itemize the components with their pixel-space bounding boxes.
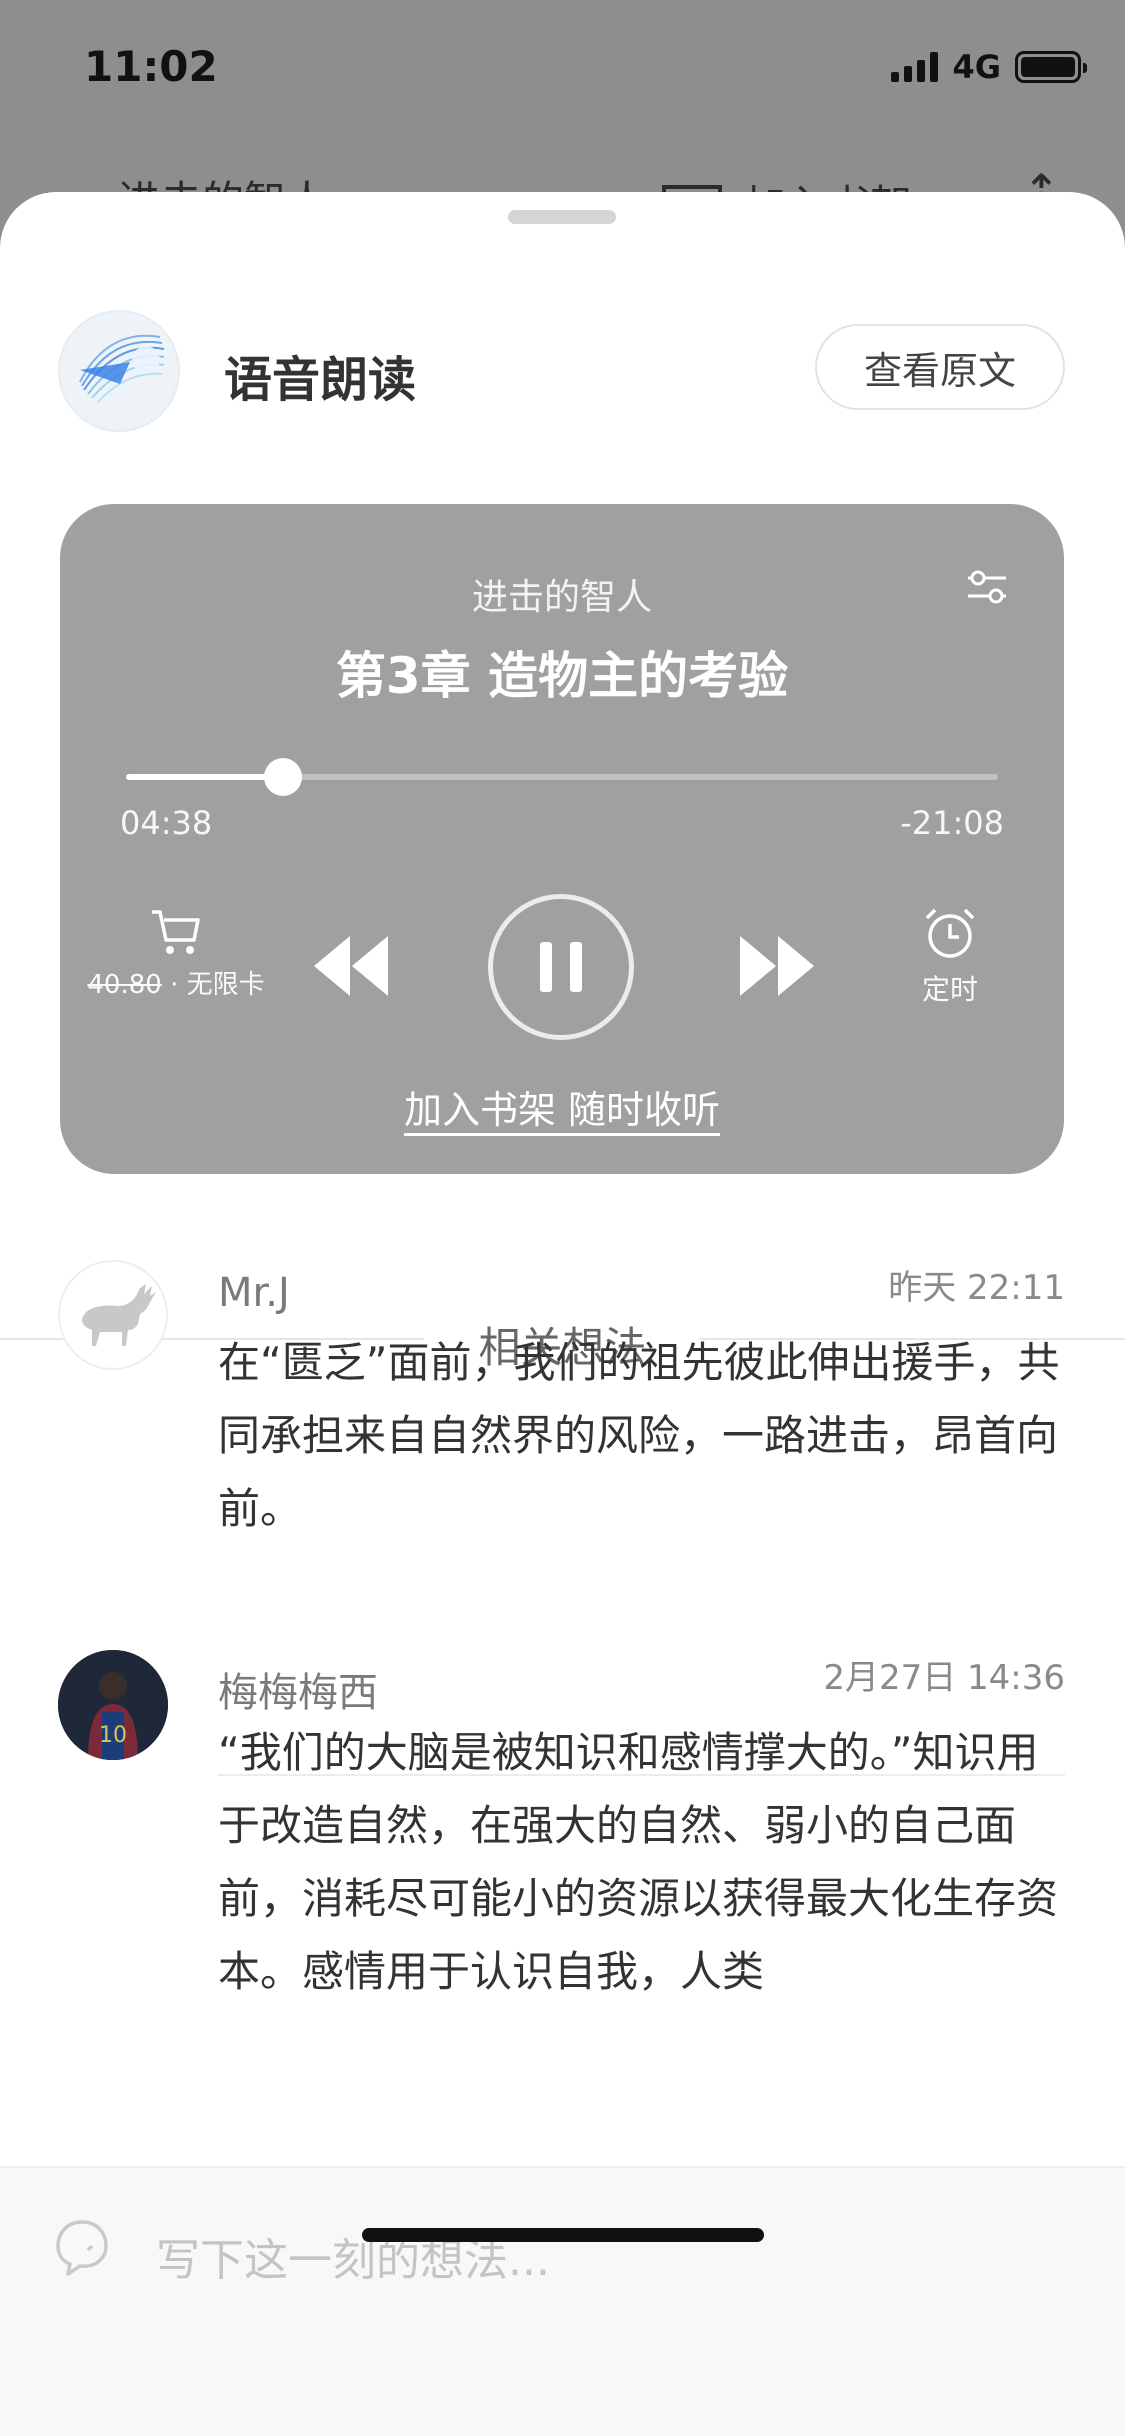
status-time: 11:02 (84, 42, 218, 91)
signal-icon (891, 52, 939, 82)
settings-sliders-icon[interactable] (962, 562, 1012, 612)
rewind-icon (314, 936, 388, 996)
avatar[interactable]: 10 (58, 1650, 168, 1760)
pause-button[interactable] (488, 894, 634, 1040)
audio-player-card: 进击的智人 第3章 造物主的考验 04:38 -21:08 40.80 · 无限… (60, 504, 1064, 1174)
progress-slider[interactable] (126, 758, 998, 796)
player-controls: 40.80 · 无限卡 定时 (60, 894, 1064, 1064)
fast-forward-button[interactable] (732, 928, 822, 1004)
alarm-clock-icon (925, 908, 975, 958)
rewind-button[interactable] (306, 928, 396, 1004)
compose-bar[interactable]: 写下这一刻的想法... (0, 2166, 1125, 2436)
sheet-header: 语音朗读 查看原文 (0, 310, 1125, 434)
add-to-shelf-link-row: 加入书架 随时收听 (60, 1079, 1064, 1134)
comment-text: “我们的大脑是被知识和感情撑大的。”知识用于改造自然，在强大的自然、弱小的自己面… (218, 1728, 1059, 1996)
fast-forward-icon (740, 936, 814, 996)
cart-icon (152, 910, 200, 954)
price-label: 40.80 · 无限卡 (66, 964, 286, 1001)
home-indicator (362, 2228, 764, 2242)
player-book-title: 进击的智人 (471, 577, 652, 618)
timer-button[interactable]: 定时 (890, 906, 1010, 1008)
svg-text:10: 10 (99, 1723, 127, 1748)
progress-fill (126, 774, 283, 780)
view-original-button[interactable]: 查看原文 (815, 324, 1065, 410)
price-separator: · (161, 970, 187, 1000)
old-price: 40.80 (87, 970, 162, 1000)
remaining-time: -21:08 (900, 804, 1004, 842)
voice-reading-sheet: 语音朗读 查看原文 进击的智人 第3章 造物主的考验 04:38 -21:08 (0, 192, 1125, 2436)
unlimited-card-label: 无限卡 (186, 970, 265, 1000)
comment-user[interactable]: Mr.J (218, 1270, 290, 1316)
battery-icon (1015, 51, 1087, 83)
thought-bubble-icon (52, 2216, 112, 2280)
avatar[interactable] (58, 1260, 168, 1370)
sheet-grabber[interactable] (508, 210, 616, 224)
comment-user[interactable]: 梅梅梅西 (218, 1660, 378, 1718)
comment-text: 在“匮乏”面前，我们的祖先彼此伸出援手，共同承担来自自然界的风险，一路进击，昂首… (218, 1338, 1060, 1533)
status-indicators: 4G (891, 48, 1087, 86)
player-chapter-title: 第3章 造物主的考验 (335, 647, 789, 705)
comment-time: 昨天 22:11 (888, 1268, 1065, 1308)
pause-icon (540, 942, 552, 992)
progress-knob[interactable] (263, 758, 302, 796)
elapsed-time: 04:38 (120, 804, 213, 842)
network-label: 4G (952, 48, 1001, 86)
buy-button[interactable]: 40.80 · 无限卡 (66, 906, 286, 1001)
voice-reading-logo-icon (58, 310, 180, 432)
timer-label: 定时 (921, 973, 978, 1006)
sheet-title: 语音朗读 (224, 352, 417, 408)
comment-time: 2月27日 14:36 (823, 1658, 1065, 1698)
add-to-shelf-link[interactable]: 加入书架 随时收听 (404, 1088, 720, 1132)
pause-icon-bar (570, 942, 582, 992)
